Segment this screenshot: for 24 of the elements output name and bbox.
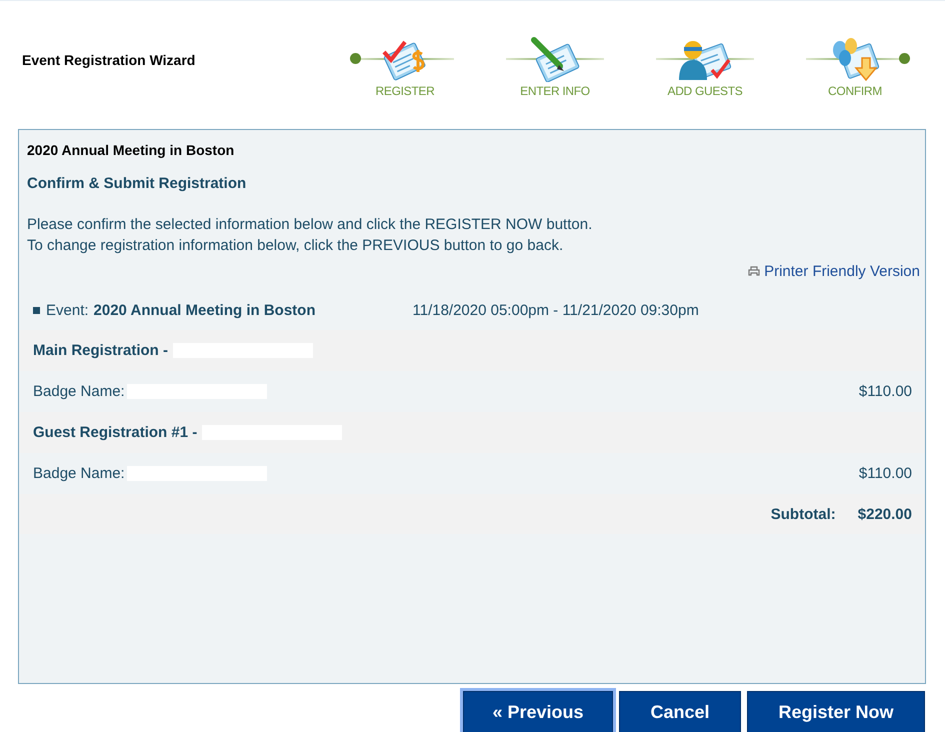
registration-heading: Main Registration -	[33, 342, 168, 359]
instruction-text: Please confirm the selected information below and click the REGISTER NOW button.	[27, 215, 594, 235]
printer-icon	[748, 266, 760, 277]
price: $110.00	[858, 465, 912, 482]
instruction-text: To change registration information below, click the PREVIOUS button to go back.	[27, 236, 564, 256]
event-name: 2020 Annual Meeting in Boston	[94, 302, 316, 318]
subtotal-amount: $220.00	[858, 506, 912, 522]
wizard-title: Event Registration Wizard	[22, 52, 196, 68]
printer-friendly-link[interactable]: Printer Friendly Version	[764, 263, 920, 280]
step-dot	[350, 53, 361, 64]
price: $110.00	[858, 383, 912, 400]
action-button[interactable]: « Previous	[463, 691, 613, 732]
subtotal-label: Subtotal:	[770, 506, 836, 522]
step-dot	[899, 53, 910, 64]
action-button[interactable]: Register Now	[747, 691, 925, 732]
event-title: 2020 Annual Meeting in Boston	[26, 141, 236, 158]
square-bullet-icon	[33, 306, 40, 314]
badge-name-label: Badge Name:	[33, 383, 125, 400]
registration-heading: Guest Registration #1 -	[33, 424, 198, 441]
section-heading: Confirm & Submit Registration	[26, 174, 248, 192]
action-button[interactable]: Cancel	[619, 691, 741, 732]
badge-name-label: Badge Name:	[33, 465, 125, 482]
event-label: Event:	[46, 302, 89, 318]
event-dates: 11/18/2020 05:00pm - 11/21/2020 09:30pm	[412, 302, 699, 318]
